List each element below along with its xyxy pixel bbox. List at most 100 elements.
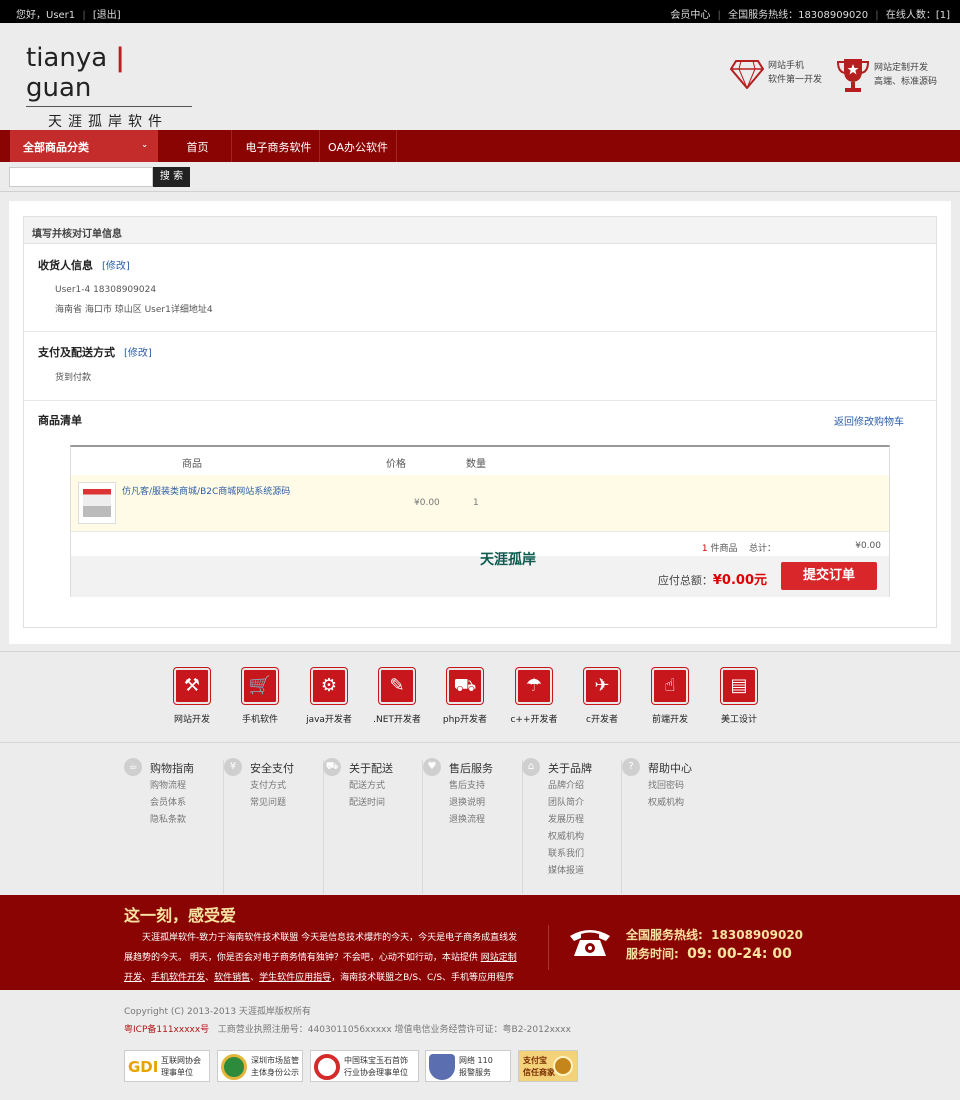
hotline-number: 18308909020 (711, 928, 804, 942)
desc-link[interactable]: 学生软件应用指导 (259, 973, 331, 983)
slogan: 这一刻，感受爱 (124, 906, 237, 925)
help-col-brand: ⌂ 关于品牌 品牌介绍 团队简介 发展历程 权威机构 联系我们 媒体报道 (522, 758, 622, 894)
truck-icon: ⛟ (447, 668, 483, 704)
order-main: 填写并核对订单信息 收货人信息 [修改] User1-4 18308909024 … (9, 201, 951, 644)
desc-link[interactable]: 软件销售 (214, 973, 250, 983)
payment-heading: 支付及配送方式 (38, 346, 115, 359)
all-categories-dropdown[interactable]: 全部商品分类 ⌄ (10, 130, 158, 162)
help-link[interactable]: 团队简介 (522, 795, 621, 812)
help-link[interactable]: 常见问题 (224, 795, 323, 812)
help-link[interactable]: 购物流程 (124, 778, 223, 795)
nav-item-oa[interactable]: OA办公软件 (320, 130, 397, 162)
chevron-down-icon: ⌄ (141, 140, 148, 149)
emblem-icon (221, 1054, 247, 1080)
submit-order-button[interactable]: 提交订单 (781, 562, 877, 590)
service-frontend[interactable]: ☝ 前端开发 (635, 668, 705, 725)
help-link[interactable]: 权威机构 (522, 829, 621, 846)
help-link[interactable]: 隐私条款 (124, 812, 223, 829)
product-name-link[interactable]: 仿凡客/服装类商城/B2C商城网站系统源码 (122, 484, 290, 497)
gift-icon: ▤ (721, 668, 757, 704)
main-nav: 全部商品分类 ⌄ 首页 电子商务软件 OA办公软件 (0, 130, 960, 162)
truck-icon: ⛟ (323, 758, 341, 776)
receiver-section: 收货人信息 [修改] User1-4 18308909024 海南省 海口市 琼山… (24, 245, 936, 332)
telephone-icon (568, 926, 612, 956)
logout-link[interactable]: [退出] (93, 10, 121, 21)
col-qty: 数量 (466, 459, 486, 470)
heart-icon: ♥ (423, 758, 441, 776)
copyright-text: Copyright (C) 2013-2013 天涯孤岸版权所有 (124, 1007, 311, 1017)
help-link[interactable]: 配送方式 (323, 778, 422, 795)
search-button[interactable]: 搜 索 (153, 167, 190, 187)
cart-icon: 🛒 (242, 668, 278, 704)
goods-table: 商品 价格 数量 仿凡客/服装类商城/B2C商城网站系统源码 ¥0.00 1 1… (70, 445, 890, 597)
help-col-guide: ☕ 购物指南 购物流程 会员体系 隐私条款 (124, 758, 224, 894)
member-center-link[interactable]: 会员中心 (670, 10, 710, 21)
order-title: 填写并核对订单信息 (24, 217, 936, 244)
badge-alipay-trusted[interactable]: 支付宝 信任商家 (518, 1050, 578, 1082)
tools-icon: ⚒ (174, 668, 210, 704)
badge-jewelry-assoc[interactable]: 中国珠宝玉石首饰 行业协会理事单位 (310, 1050, 419, 1082)
medal-icon (553, 1056, 573, 1076)
home-icon: ⌂ (522, 758, 540, 776)
yen-icon: ¥ (224, 758, 242, 776)
payment-method: 货到付款 (55, 373, 92, 383)
pay-total: ¥0.00元 (712, 573, 767, 588)
service-c[interactable]: ✈ c开发者 (567, 668, 637, 725)
site-logo[interactable]: tianya | guan 天涯孤岸软件 (26, 43, 196, 131)
badge-market-supervision[interactable]: 深圳市场监管 主体身份公示 (217, 1050, 303, 1082)
help-link[interactable]: 退换说明 (423, 795, 522, 812)
thumb-icon: ☝ (652, 668, 688, 704)
nav-item-ecommerce[interactable]: 电子商务软件 (238, 130, 320, 162)
service-java[interactable]: ⚙ java开发者 (294, 668, 364, 725)
service-hours: 09: 00-24: 00 (687, 946, 792, 962)
modify-receiver-link[interactable]: [修改] (102, 261, 130, 272)
nav-item-home[interactable]: 首页 (164, 130, 232, 162)
help-link[interactable]: 支付方式 (224, 778, 323, 795)
search-input[interactable] (9, 167, 153, 187)
plane-icon: ✈ (584, 668, 620, 704)
col-product: 商品 (182, 459, 202, 470)
trophy-icon (836, 57, 870, 98)
product-thumbnail[interactable] (78, 482, 116, 524)
copyright-footer: Copyright (C) 2013-2013 天涯孤岸版权所有 粤ICP备11… (0, 990, 960, 1100)
receiver-heading: 收货人信息 (38, 259, 93, 272)
police-shield-icon (429, 1054, 455, 1080)
help-link[interactable]: 媒体报道 (522, 863, 621, 880)
hotline-text: 全国服务热线：18308909020 (728, 10, 869, 21)
service-web-dev[interactable]: ⚒ 网站开发 (157, 668, 227, 725)
service-cpp[interactable]: ☂ c++开发者 (499, 668, 569, 725)
help-link[interactable]: 会员体系 (124, 795, 223, 812)
service-dotnet[interactable]: ✎ .NET开发者 (362, 668, 432, 725)
pay-label: 应付总额： (657, 574, 713, 587)
watermark-text: 天涯孤岸 (480, 552, 536, 568)
service-php[interactable]: ⛟ php开发者 (430, 668, 500, 725)
help-col-payment: ¥ 安全支付 支付方式 常见问题 (224, 758, 324, 894)
receiver-address: 海南省 海口市 琼山区 User1详细地址4 (55, 305, 213, 315)
contact-band: 这一刻，感受爱 天涯孤岸软件-致力于海南软件技术联盟 今天是信息技术爆炸的今天，… (0, 895, 960, 1003)
product-price: ¥0.00 (414, 498, 440, 508)
item-count: 1 (701, 544, 708, 554)
help-link[interactable]: 权威机构 (622, 795, 722, 812)
help-link[interactable]: 退换流程 (423, 812, 522, 829)
help-link[interactable]: 联系我们 (522, 846, 621, 863)
help-link[interactable]: 品牌介绍 (522, 778, 621, 795)
service-mobile[interactable]: 🛒 手机软件 (225, 668, 295, 725)
badge-police-110[interactable]: 网络 110 报警服务 (425, 1050, 511, 1082)
question-icon: ? (622, 758, 640, 776)
hotline-block: 全国服务热线: 18308909020 服务时间: 09: 00-24: 00 (626, 928, 804, 962)
gdi-logo: GDI (128, 1058, 159, 1076)
search-bar: 搜 索 (0, 162, 960, 192)
help-link[interactable]: 发展历程 (522, 812, 621, 829)
back-to-cart-link[interactable]: 返回修改购物车 (834, 413, 904, 428)
online-count: 在线人数：[1] (885, 10, 950, 21)
payment-section: 支付及配送方式 [修改] 货到付款 (24, 332, 936, 401)
service-design[interactable]: ▤ 美工设计 (704, 668, 774, 725)
icp-link[interactable]: 粤ICP备111xxxxx号 (124, 1025, 209, 1035)
help-link[interactable]: 售后支持 (423, 778, 522, 795)
desc-link[interactable]: 手机软件开发 (151, 973, 205, 983)
help-link[interactable]: 找回密码 (622, 778, 722, 795)
help-col-center: ? 帮助中心 找回密码 权威机构 (622, 758, 722, 894)
help-link[interactable]: 配送时间 (323, 795, 422, 812)
badge-internet-assoc[interactable]: GDI 互联网协会 理事单位 (124, 1050, 210, 1082)
modify-payment-link[interactable]: [修改] (124, 348, 152, 359)
